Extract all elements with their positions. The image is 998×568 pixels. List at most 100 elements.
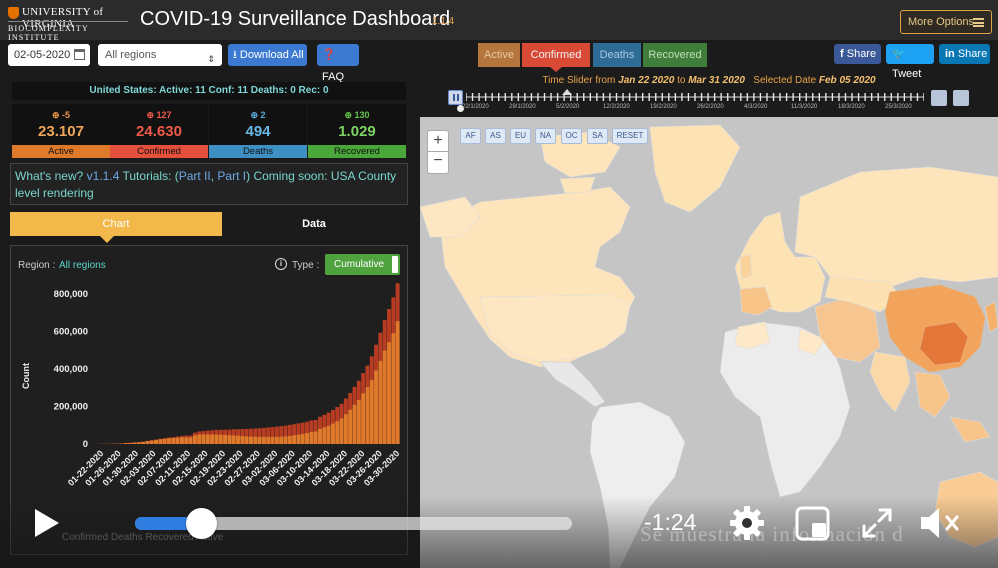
bar-active[interactable] (365, 387, 370, 444)
map-usa[interactable] (479, 294, 631, 363)
bar-active[interactable] (179, 437, 184, 444)
bar-active[interactable] (318, 428, 322, 444)
bar-active[interactable] (283, 436, 288, 444)
bar-active[interactable] (197, 434, 202, 444)
pause-button[interactable] (448, 90, 463, 105)
bar-active[interactable] (136, 442, 141, 444)
bar-active[interactable] (361, 393, 366, 444)
gear-icon[interactable] (727, 503, 767, 543)
map-india[interactable] (869, 351, 911, 413)
bar-active[interactable] (201, 434, 206, 444)
bar-active[interactable] (274, 436, 279, 444)
bar-active[interactable] (378, 360, 383, 444)
tab-chart[interactable]: Chart (10, 212, 222, 236)
bar-active[interactable] (270, 436, 275, 444)
bar-active[interactable] (162, 438, 167, 444)
bar-active[interactable] (257, 436, 262, 444)
bar-active[interactable] (158, 439, 163, 444)
region-button-sa[interactable]: SA (587, 128, 608, 144)
tab-deaths[interactable]: Deaths (593, 43, 641, 67)
facebook-share-button[interactable]: f Share (834, 44, 881, 64)
video-progress-handle[interactable] (185, 508, 217, 539)
university-logo[interactable]: UNIVERSITY of VIRGINIA BIOCOMPLEXITY INS… (8, 4, 130, 42)
bar-active[interactable] (382, 350, 387, 444)
bar-active[interactable] (171, 438, 176, 444)
bar-active[interactable] (214, 434, 219, 444)
date-input[interactable]: 02-05-2020 (8, 44, 90, 66)
tab-data[interactable]: Data (222, 212, 406, 236)
map-japan[interactable] (984, 301, 998, 333)
bar-active[interactable] (335, 421, 340, 444)
map-central-america[interactable] (539, 361, 606, 408)
bar-active[interactable] (326, 425, 331, 444)
bar-active[interactable] (240, 436, 245, 444)
bar-active[interactable] (279, 436, 284, 444)
bar-active[interactable] (369, 380, 374, 444)
info-icon[interactable]: i (275, 258, 287, 270)
bar-active[interactable] (395, 321, 400, 444)
bar-active[interactable] (205, 434, 210, 444)
bar-active[interactable] (253, 436, 258, 444)
calendar-icon[interactable] (74, 49, 85, 60)
bar-active[interactable] (348, 409, 353, 444)
fullscreen-icon[interactable] (860, 506, 894, 540)
bar-active[interactable] (387, 342, 391, 444)
region-select[interactable]: All regions ⇕ (98, 44, 222, 66)
map-greenland[interactable] (649, 124, 741, 213)
bar-active[interactable] (261, 436, 266, 444)
tutorial-part2-link[interactable]: Part II (179, 169, 211, 183)
zoom-in-button[interactable]: + (427, 130, 449, 152)
bar-active[interactable] (244, 436, 249, 444)
bar-active[interactable] (123, 443, 128, 444)
region-button-af[interactable]: AF (460, 128, 481, 144)
tab-active[interactable]: Active (478, 43, 520, 67)
bar-active[interactable] (192, 435, 197, 444)
bar-active[interactable] (322, 427, 327, 444)
mute-icon[interactable] (918, 504, 964, 542)
bar-active[interactable] (313, 431, 318, 444)
twitter-share-button[interactable]: 🐦 Tweet (886, 44, 934, 80)
bar-active[interactable] (145, 441, 150, 444)
bar-active[interactable] (330, 423, 335, 444)
bar-active[interactable] (128, 442, 133, 444)
bar-active[interactable] (391, 333, 396, 444)
step-back-button[interactable] (931, 90, 947, 106)
tab-confirmed[interactable]: Confirmed (522, 43, 590, 67)
bar-active[interactable] (227, 435, 232, 444)
bar-active[interactable] (300, 433, 305, 444)
bar-active[interactable] (218, 434, 223, 444)
region-reset-button[interactable]: RESET (612, 128, 648, 144)
linkedin-share-button[interactable]: in Share (939, 44, 990, 64)
tab-recovered[interactable]: Recovered (643, 43, 707, 67)
bar-active[interactable] (167, 438, 171, 444)
download-all-button[interactable]: ⭳ Download All (228, 44, 307, 66)
region-button-eu[interactable]: EU (510, 128, 531, 144)
bar-active[interactable] (266, 436, 271, 444)
bar-active[interactable] (223, 434, 228, 444)
bar-active[interactable] (132, 442, 137, 444)
version-link[interactable]: v1.1.4 (87, 169, 120, 183)
bar-active[interactable] (154, 439, 158, 444)
region-button-oc[interactable]: OC (561, 128, 582, 144)
tutorial-part1-link[interactable]: Part I (217, 169, 246, 183)
cumulative-toggle[interactable]: Cumulative (325, 254, 400, 275)
map-russia[interactable] (794, 166, 998, 288)
bar-active[interactable] (305, 433, 309, 444)
faq-button[interactable]: ❓ FAQ (317, 44, 359, 83)
bar-active[interactable] (339, 418, 344, 444)
time-slider-handle[interactable] (562, 89, 572, 95)
map-southeast-asia[interactable] (914, 371, 991, 443)
bar-active[interactable] (149, 440, 154, 444)
bar-active[interactable] (184, 437, 189, 444)
bar-active[interactable] (119, 443, 124, 444)
bar-active[interactable] (352, 404, 357, 444)
time-slider[interactable] (466, 93, 924, 101)
play-icon[interactable] (35, 509, 59, 537)
bar-active[interactable] (343, 414, 348, 444)
zoom-out-button[interactable]: − (427, 152, 449, 174)
bar-active[interactable] (231, 435, 236, 444)
bar-active[interactable] (309, 431, 314, 444)
more-options-button[interactable]: More Options (900, 10, 992, 34)
bar-active[interactable] (236, 435, 240, 444)
bar-active[interactable] (287, 435, 292, 444)
